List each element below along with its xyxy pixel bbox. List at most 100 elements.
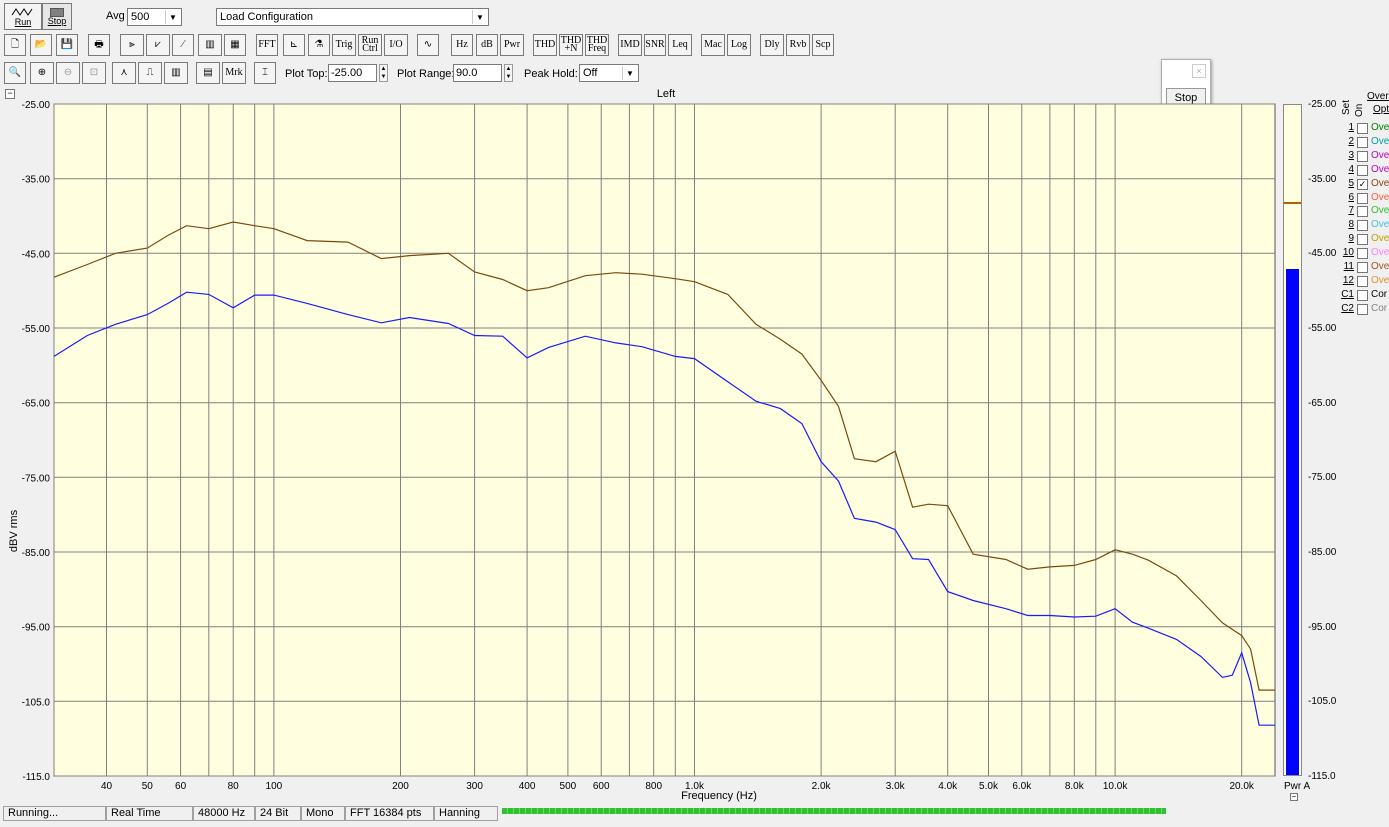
overlay-checkbox[interactable] <box>1357 123 1368 134</box>
mac-label: Mac <box>704 39 722 50</box>
overlay-set-number[interactable]: 12 <box>1338 275 1354 286</box>
spectrum-plot[interactable]: Left -25.00 -35.00 -45.00 -55.00 -65.00 -75.0… <box>0 86 1336 804</box>
overlay-checkbox[interactable] <box>1357 248 1368 260</box>
overlay-set-number[interactable]: 2 <box>1338 136 1354 147</box>
db-button[interactable]: dB <box>476 34 498 56</box>
new-file-button[interactable]: 🗋 <box>4 34 26 56</box>
imd-label: IMD <box>620 39 640 50</box>
overlay-checkbox[interactable] <box>1357 220 1368 232</box>
spectrogram-button[interactable]: ▥ <box>198 34 222 56</box>
bar-plot-button[interactable]: ▥ <box>164 62 188 84</box>
zoom-out-full-button[interactable]: ⊡ <box>82 62 106 84</box>
3d-plot-button[interactable]: ▦ <box>224 34 246 56</box>
overlay-set-number[interactable]: 5 <box>1338 178 1354 189</box>
plot-top-input[interactable]: -25.00 <box>328 64 377 82</box>
save-icon: 💾 <box>60 39 74 50</box>
slope-button[interactable]: ⁄ <box>172 34 194 56</box>
spin-arrows-icon: ▲ ▼ <box>505 66 512 80</box>
save-button[interactable]: 💾 <box>56 34 78 56</box>
overlay-checkbox[interactable] <box>1357 136 1368 148</box>
overlay-checkbox[interactable] <box>1357 303 1368 315</box>
snr-button[interactable]: SNR <box>644 34 666 56</box>
progress-fill <box>502 808 1166 814</box>
scp-button[interactable]: Scp <box>812 34 834 56</box>
zoom-in-2x-button[interactable]: ⊕ <box>30 62 54 84</box>
overlay-set-number[interactable]: 10 <box>1338 247 1354 258</box>
zoom-in-icon: ⊕ <box>37 67 47 78</box>
overlay-name: Ove <box>1371 247 1389 259</box>
scale-button[interactable]: ⊾ <box>283 34 305 56</box>
overlay-set-number[interactable]: 9 <box>1338 233 1354 244</box>
overlay-name: Ove <box>1371 261 1389 272</box>
log-button[interactable]: Log <box>727 34 751 56</box>
run-label: Run <box>14 17 32 27</box>
right-axis-ticks: -25.00 -35.00 -45.00 -55.00 -65.00 -75.00 -85.… <box>1300 99 1338 783</box>
overlay-set-number[interactable]: 4 <box>1338 164 1354 175</box>
stop-button[interactable]: Stop <box>42 3 72 30</box>
plot-range-spinner[interactable]: ▲ ▼ <box>504 64 513 82</box>
step-plot-button[interactable]: ⎍ <box>138 62 162 84</box>
overlay-checkbox[interactable] <box>1357 262 1368 273</box>
peak-hold-select[interactable]: Off ▼ <box>579 64 639 82</box>
display-button[interactable]: ▤ <box>196 62 220 84</box>
flask-button[interactable]: ⚗ <box>308 34 330 56</box>
overlay-checkbox[interactable]: ✓ <box>1357 178 1368 190</box>
overlay-set-number[interactable]: 1 <box>1338 122 1354 133</box>
open-file-button[interactable]: 📂 <box>30 34 52 56</box>
overlay-checkbox[interactable] <box>1357 289 1368 301</box>
overlay-set-number[interactable]: C1 <box>1338 289 1354 300</box>
io-button[interactable]: I/O <box>384 34 408 56</box>
overlay-checkbox[interactable] <box>1357 164 1368 176</box>
fft-button[interactable]: FFT <box>256 34 278 56</box>
leq-button[interactable]: Leq <box>668 34 692 56</box>
rvb-label: Rvb <box>789 39 807 50</box>
trig-button[interactable]: Trig <box>332 34 356 56</box>
overlay-checkbox[interactable] <box>1357 234 1368 246</box>
overlay-checkbox[interactable] <box>1357 192 1368 204</box>
meter-peak-marker <box>1284 202 1301 204</box>
run-ctrl-button[interactable]: Run Ctrl <box>358 34 382 56</box>
thd-n-button[interactable]: THD +N <box>559 34 583 56</box>
imd-button[interactable]: IMD <box>618 34 642 56</box>
bar-plot-icon: ▥ <box>171 67 181 78</box>
overlay-set-number[interactable]: 11 <box>1338 261 1354 272</box>
generator-button[interactable]: ∿ <box>417 34 439 56</box>
avg-select[interactable]: 500 ▼ <box>127 8 182 26</box>
run-button[interactable]: Run <box>4 3 42 30</box>
config-select[interactable]: Load Configuration ▼ <box>216 8 489 26</box>
x-tick-label: 800 <box>645 781 662 792</box>
overlay-checkbox[interactable] <box>1357 206 1368 218</box>
overlay-name: Ove <box>1371 177 1389 189</box>
hz-button[interactable]: Hz <box>451 34 473 56</box>
overlay-set-number[interactable]: 7 <box>1338 205 1354 216</box>
mrk-button[interactable]: Mrk <box>222 62 246 84</box>
zoom-button[interactable]: 🔍 <box>4 62 26 84</box>
plot-top-spinner[interactable]: ▲ ▼ <box>379 64 388 82</box>
overlay-checkbox[interactable] <box>1357 275 1368 287</box>
dly-button[interactable]: Dly <box>760 34 784 56</box>
overlay-name: Ove <box>1371 149 1389 161</box>
cursor-button[interactable]: ⌶ <box>254 62 276 84</box>
thd-button[interactable]: THD <box>533 34 557 56</box>
thd-freq-button[interactable]: THD Freq <box>585 34 609 56</box>
overlay-checkbox[interactable] <box>1357 150 1368 162</box>
new-file-icon: 🗋 <box>10 39 20 50</box>
line-plot-button[interactable]: ⋏ <box>112 62 136 84</box>
spin-arrows-icon: ▲ ▼ <box>380 66 387 80</box>
filter-button[interactable]: ⫸ <box>120 34 144 56</box>
overlay-set-number[interactable]: C2 <box>1338 303 1354 314</box>
scale-icon: ⊾ <box>289 39 299 50</box>
pwr-button[interactable]: Pwr <box>500 34 524 56</box>
waveform-button[interactable]: ⩗ <box>146 34 170 56</box>
expand-icon[interactable]: − <box>1290 793 1298 801</box>
overlay-set-number[interactable]: 8 <box>1338 219 1354 230</box>
print-button[interactable]: 🖶 <box>88 34 110 56</box>
zoom-out-2x-button[interactable]: ⊖ <box>56 62 80 84</box>
plot-range-input[interactable]: 90.0 <box>453 64 502 82</box>
mac-button[interactable]: Mac <box>701 34 725 56</box>
rvb-button[interactable]: Rvb <box>786 34 810 56</box>
x-axis-ticks: 40 50 60 80 100 200 300 400 500 600 800 1.0k 2.0k 3.0… <box>101 781 1255 792</box>
overlay-set-number[interactable]: 3 <box>1338 150 1354 161</box>
close-icon[interactable]: × <box>1192 64 1206 78</box>
overlay-set-number[interactable]: 6 <box>1338 192 1354 203</box>
